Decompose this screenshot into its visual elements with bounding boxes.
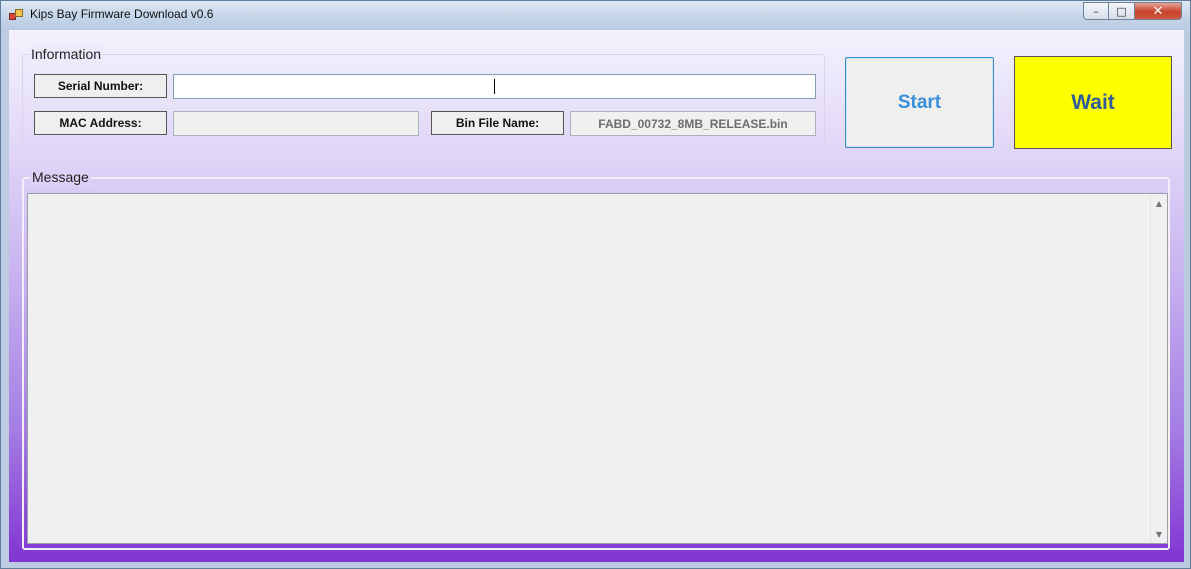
mac-address-field bbox=[173, 111, 419, 136]
client-area: Information Serial Number: MAC Address: … bbox=[9, 30, 1184, 562]
scroll-up-arrow-icon[interactable]: ▲ bbox=[1151, 195, 1167, 211]
message-scrollbar[interactable]: ▲ ▼ bbox=[1150, 194, 1167, 543]
status-indicator: Wait bbox=[1014, 56, 1172, 149]
message-log[interactable]: ▲ ▼ bbox=[27, 193, 1168, 544]
information-group-title: Information bbox=[29, 46, 104, 62]
bin-file-name-field: FABD_00732_8MB_RELEASE.bin bbox=[570, 111, 816, 136]
app-icon[interactable] bbox=[9, 9, 23, 21]
serial-number-label: Serial Number: bbox=[34, 74, 167, 98]
app-window: Kips Bay Firmware Download v0.6 – □ ✕ In… bbox=[0, 0, 1191, 569]
close-button[interactable]: ✕ bbox=[1135, 2, 1182, 20]
minimize-button[interactable]: – bbox=[1083, 2, 1109, 20]
scroll-down-arrow-icon[interactable]: ▼ bbox=[1151, 526, 1167, 542]
window-controls: – □ ✕ bbox=[1083, 2, 1182, 20]
window-title: Kips Bay Firmware Download v0.6 bbox=[30, 7, 214, 21]
bin-file-name-label: Bin File Name: bbox=[431, 111, 564, 135]
title-bar[interactable]: Kips Bay Firmware Download v0.6 – □ ✕ bbox=[1, 1, 1190, 30]
message-group-title: Message bbox=[30, 169, 91, 185]
bin-file-name-value: FABD_00732_8MB_RELEASE.bin bbox=[598, 116, 788, 131]
maximize-button[interactable]: □ bbox=[1109, 2, 1135, 20]
start-button[interactable]: Start bbox=[845, 57, 994, 148]
mac-address-label: MAC Address: bbox=[34, 111, 167, 135]
text-caret bbox=[494, 79, 495, 94]
serial-number-input[interactable] bbox=[173, 74, 816, 99]
